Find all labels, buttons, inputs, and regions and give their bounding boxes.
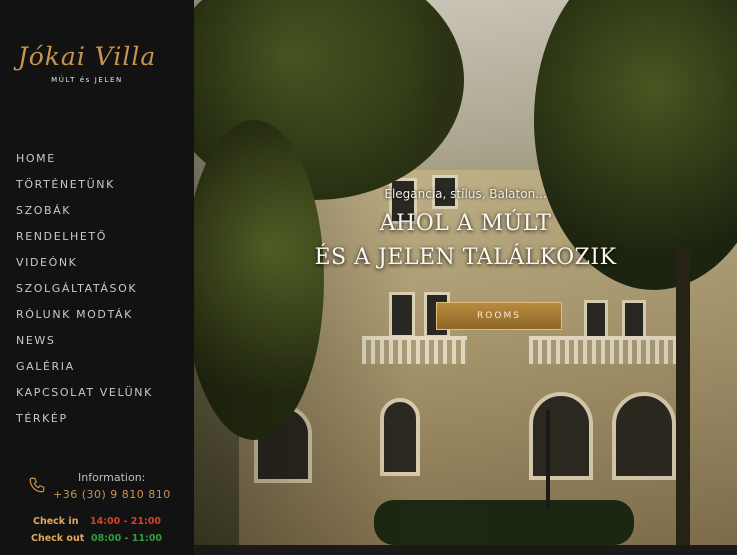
main-nav: HOME TÖRTÉNETÜNK SZOBÁK RENDELHETŐ VIDEÓ… (16, 150, 153, 436)
nav-item-rooms[interactable]: SZOBÁK (16, 202, 153, 228)
hero-section: Elegancia, stílus, Balaton... AHOL A MÚL… (194, 0, 737, 555)
logo[interactable]: Jókai Villa MÚLT és JELEN (12, 42, 162, 84)
checkin-row: Check in 14:00 - 21:00 (0, 516, 194, 532)
nav-item-contact[interactable]: KAPCSOLAT VELÜNK (16, 384, 153, 410)
checkout-time: 08:00 - 11:00 (91, 533, 163, 544)
nav-item-reviews[interactable]: RÓLUNK MODTÁK (16, 306, 153, 332)
checkout-label: Check out (31, 533, 85, 544)
phone-icon (29, 477, 45, 493)
logo-subtitle: MÚLT és JELEN (51, 76, 123, 84)
phone-number[interactable]: +36 (30) 9 810 810 (53, 488, 171, 501)
checkout-row: Check out 08:00 - 11:00 (0, 533, 194, 549)
bottom-strip (194, 545, 737, 555)
nav-item-video[interactable]: VIDEÓNK (16, 254, 153, 280)
checkin-label: Check in (33, 516, 79, 527)
checkin-time: 14:00 - 21:00 (90, 516, 162, 527)
sidebar: Jókai Villa MÚLT és JELEN HOME TÖRTÉNETÜ… (0, 0, 194, 555)
nav-item-bookable[interactable]: RENDELHETŐ (16, 228, 153, 254)
hero-heading-line1: AHOL A MÚLT (379, 211, 552, 236)
rooms-button[interactable]: ROOMS (436, 302, 562, 330)
nav-item-gallery[interactable]: GALÉRIA (16, 358, 153, 384)
nav-item-home[interactable]: HOME (16, 150, 153, 176)
hero-tagline: Elegancia, stílus, Balaton... (384, 187, 547, 201)
nav-item-services[interactable]: SZOLGÁLTATÁSOK (16, 280, 153, 306)
info-title: Information: (78, 471, 146, 484)
nav-item-news[interactable]: NEWS (16, 332, 153, 358)
hero-heading-line2: ÉS A JELEN TALÁLKOZIK (314, 245, 617, 270)
nav-item-history[interactable]: TÖRTÉNETÜNK (16, 176, 153, 202)
logo-script: Jókai Villa (17, 42, 157, 71)
nav-item-map[interactable]: TÉRKÉP (16, 410, 153, 436)
